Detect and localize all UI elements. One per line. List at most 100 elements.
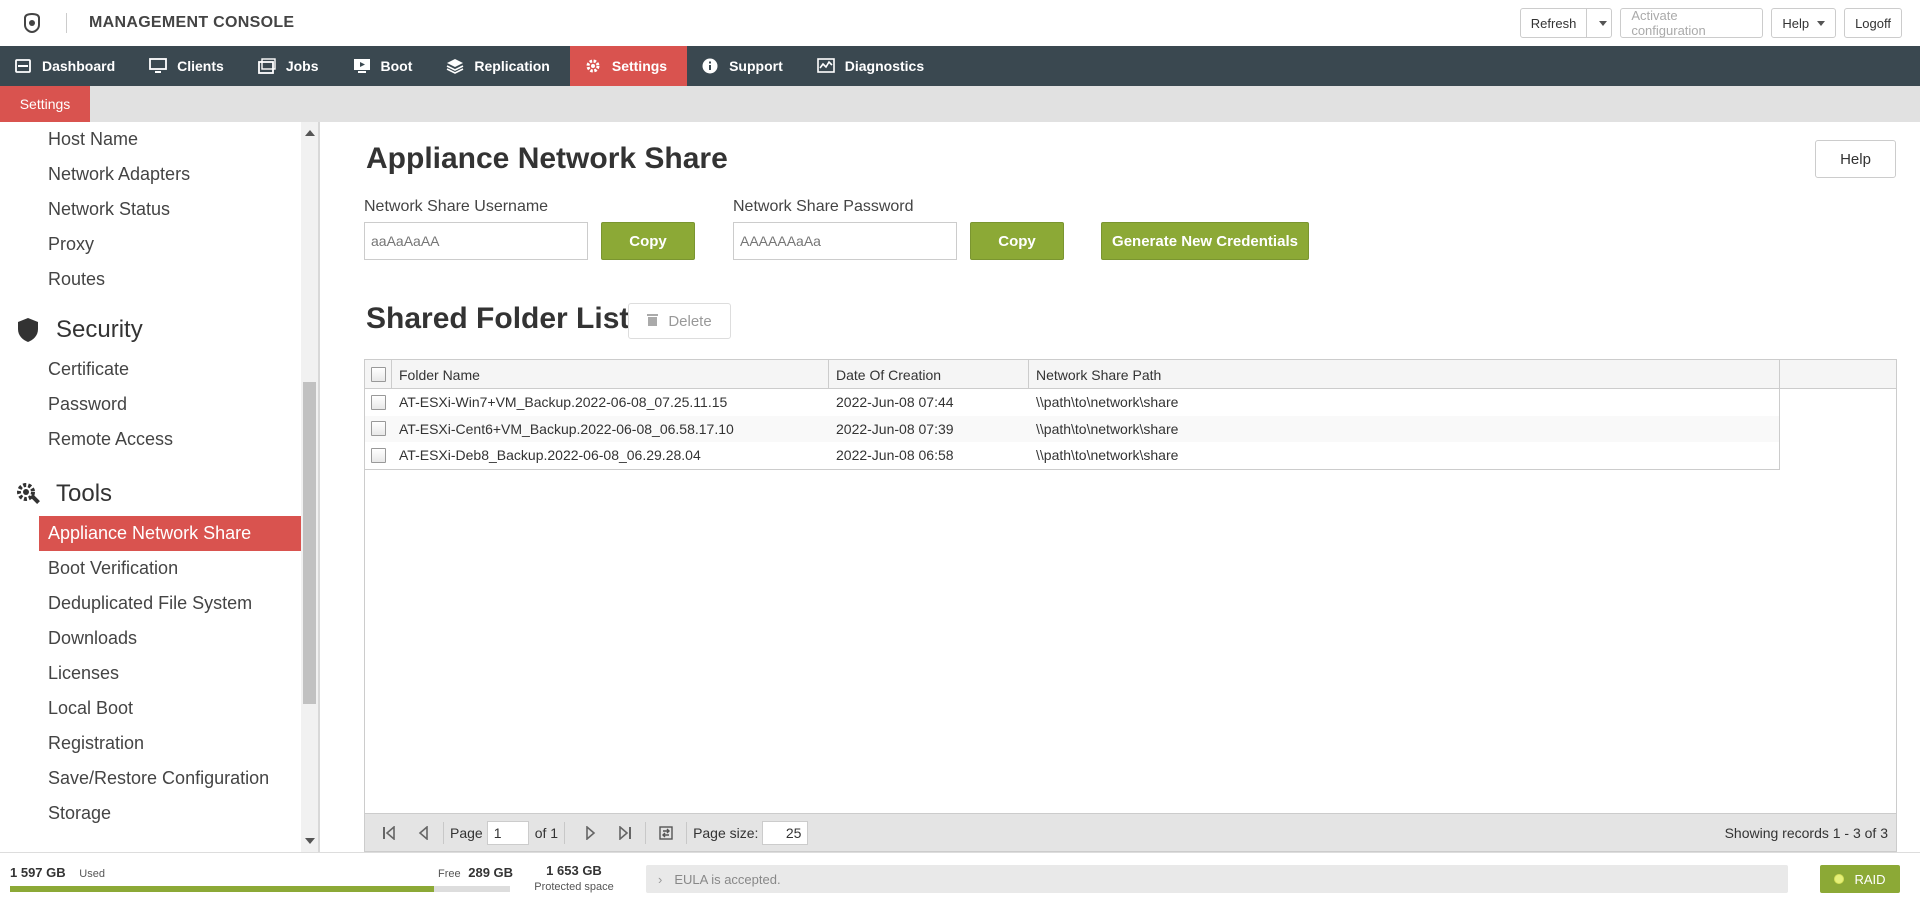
sidebar-scrollbar[interactable] bbox=[301, 122, 318, 852]
sidebar-item-certificate[interactable]: Certificate bbox=[39, 352, 307, 387]
grid-pager: Page 1 of 1 Page size: 25 Showing record… bbox=[365, 813, 1896, 851]
column-header-date[interactable]: Date Of Creation bbox=[829, 360, 1029, 389]
table-row[interactable]: AT-ESXi-Cent6+VM_Backup.2022-06-08_06.58… bbox=[365, 415, 1779, 443]
refresh-grid-icon[interactable] bbox=[652, 819, 680, 847]
page-label: Page bbox=[450, 824, 483, 841]
sidebar-item-downloads[interactable]: Downloads bbox=[39, 621, 307, 656]
date-cell: 2022-Jun-08 07:39 bbox=[836, 420, 954, 437]
records-summary: Showing records 1 - 3 of 3 bbox=[1724, 825, 1888, 841]
nav-clients[interactable]: Clients bbox=[135, 46, 244, 86]
sidebar-item-save-restore-configuration[interactable]: Save/Restore Configuration bbox=[39, 761, 307, 796]
page-size-input[interactable]: 25 bbox=[762, 820, 809, 845]
refresh-button[interactable]: Refresh bbox=[1519, 8, 1613, 38]
nav-dashboard[interactable]: Dashboard bbox=[0, 46, 135, 86]
dashboard-icon bbox=[14, 57, 32, 75]
nav-replication[interactable]: Replication bbox=[432, 46, 569, 86]
tab-settings[interactable]: Settings bbox=[0, 86, 90, 122]
sidebar-item-storage[interactable]: Storage bbox=[39, 796, 307, 831]
password-field[interactable] bbox=[733, 222, 957, 260]
row-checkbox[interactable] bbox=[371, 447, 386, 463]
column-header-share-path[interactable]: Network Share Path bbox=[1029, 360, 1780, 389]
nav-replication-label: Replication bbox=[474, 58, 550, 74]
password-label: Network Share Password bbox=[733, 198, 914, 215]
chevron-right-icon: › bbox=[658, 871, 663, 887]
diagnostics-icon bbox=[816, 57, 835, 75]
scroll-down-icon[interactable] bbox=[305, 838, 315, 844]
page-title: Appliance Network Share bbox=[366, 142, 728, 175]
shared-folder-grid: Folder Name Date Of Creation Network Sha… bbox=[364, 359, 1897, 852]
date-cell: 2022-Jun-08 06:58 bbox=[836, 447, 954, 464]
sidebar-section-tools: Tools bbox=[14, 480, 112, 508]
refresh-label[interactable]: Refresh bbox=[1521, 9, 1588, 37]
nav-jobs[interactable]: Jobs bbox=[244, 46, 339, 86]
sidebar-item-local-boot[interactable]: Local Boot bbox=[39, 691, 307, 726]
generate-credentials-button[interactable]: Generate New Credentials bbox=[1101, 222, 1309, 260]
scrollbar-thumb[interactable] bbox=[303, 382, 316, 704]
storage-free: Free 289 GB bbox=[438, 865, 513, 880]
sidebar-item-routes[interactable]: Routes bbox=[39, 262, 307, 297]
sidebar-item-remote-access[interactable]: Remote Access bbox=[39, 422, 307, 457]
share-path-cell: \\path\to\network\share bbox=[1036, 420, 1179, 437]
row-checkbox[interactable] bbox=[371, 421, 386, 437]
sidebar-item-boot-verification[interactable]: Boot Verification bbox=[39, 551, 307, 586]
nav-support[interactable]: Support bbox=[687, 46, 803, 86]
sidebar-item-network-status[interactable]: Network Status bbox=[39, 192, 307, 227]
page-number-input[interactable]: 1 bbox=[486, 820, 529, 845]
nav-settings[interactable]: Settings bbox=[569, 46, 688, 86]
share-path-cell: \\path\to\network\share bbox=[1036, 394, 1179, 411]
sub-tab-bar: Settings bbox=[0, 86, 1920, 122]
sidebar-item-network-adapters[interactable]: Network Adapters bbox=[39, 157, 307, 192]
refresh-dropdown-icon[interactable] bbox=[1587, 9, 1611, 37]
activate-configuration-button[interactable]: Activate configuration bbox=[1620, 8, 1764, 38]
header-divider bbox=[66, 13, 67, 33]
prev-page-icon[interactable] bbox=[409, 819, 437, 847]
eula-status-text: EULA is accepted. bbox=[674, 871, 781, 887]
logoff-button[interactable]: Logoff bbox=[1844, 8, 1902, 38]
next-page-icon[interactable] bbox=[577, 819, 605, 847]
replication-icon bbox=[446, 57, 464, 75]
row-checkbox-cell[interactable] bbox=[365, 389, 392, 416]
username-field[interactable] bbox=[364, 222, 588, 260]
raid-status-badge[interactable]: RAID bbox=[1820, 865, 1900, 893]
sidebar-item-host-name[interactable]: Host Name bbox=[39, 122, 307, 157]
delete-label: Delete bbox=[668, 312, 712, 330]
eula-status[interactable]: › EULA is accepted. bbox=[646, 865, 1788, 893]
table-row[interactable]: AT-ESXi-Deb8_Backup.2022-06-08_06.29.28.… bbox=[365, 442, 1779, 469]
last-page-icon[interactable] bbox=[611, 819, 639, 847]
sidebar-item-licenses[interactable]: Licenses bbox=[39, 656, 307, 691]
row-checkbox[interactable] bbox=[371, 394, 386, 410]
nav-clients-label: Clients bbox=[177, 58, 224, 74]
select-all-cell[interactable] bbox=[365, 360, 392, 389]
share-path-cell: \\path\to\network\share bbox=[1036, 447, 1179, 464]
pager-divider bbox=[564, 821, 566, 844]
delete-button[interactable]: Delete bbox=[628, 303, 731, 339]
sidebar-item-proxy[interactable]: Proxy bbox=[39, 227, 307, 262]
copy-username-button[interactable]: Copy bbox=[601, 222, 695, 260]
sidebar-item-password[interactable]: Password bbox=[39, 387, 307, 422]
help-button[interactable]: Help bbox=[1815, 140, 1896, 178]
select-all-checkbox[interactable] bbox=[371, 367, 386, 382]
nav-diagnostics[interactable]: Diagnostics bbox=[803, 46, 944, 86]
scroll-up-icon[interactable] bbox=[305, 130, 315, 136]
protected-space-label: Protected space bbox=[534, 881, 614, 893]
pager-divider bbox=[645, 821, 647, 844]
column-header-folder-name[interactable]: Folder Name bbox=[392, 360, 829, 389]
sidebar-item-appliance-network-share[interactable]: Appliance Network Share bbox=[39, 516, 307, 551]
sidebar-section-title: Security bbox=[56, 316, 143, 343]
nav-diagnostics-label: Diagnostics bbox=[844, 58, 925, 74]
first-page-icon[interactable] bbox=[375, 819, 403, 847]
copy-password-button[interactable]: Copy bbox=[970, 222, 1064, 260]
sidebar-item-registration[interactable]: Registration bbox=[39, 726, 307, 761]
nav-boot[interactable]: Boot bbox=[339, 46, 433, 86]
table-row[interactable]: AT-ESXi-Win7+VM_Backup.2022-06-08_07.25.… bbox=[365, 389, 1779, 416]
folder-name-cell: AT-ESXi-Win7+VM_Backup.2022-06-08_07.25.… bbox=[399, 394, 728, 411]
app-title: MANAGEMENT CONSOLE bbox=[89, 14, 295, 31]
shield-icon bbox=[14, 316, 42, 344]
storage-used: 1 597 GB Used bbox=[10, 865, 105, 880]
row-checkbox-cell[interactable] bbox=[365, 416, 392, 443]
row-checkbox-cell[interactable] bbox=[365, 442, 392, 469]
sidebar-item-deduplicated-file-system[interactable]: Deduplicated File System bbox=[39, 586, 307, 621]
page-size-label: Page size: bbox=[693, 824, 759, 841]
help-menu-button[interactable]: Help bbox=[1771, 8, 1837, 38]
nav-settings-label: Settings bbox=[611, 58, 668, 74]
